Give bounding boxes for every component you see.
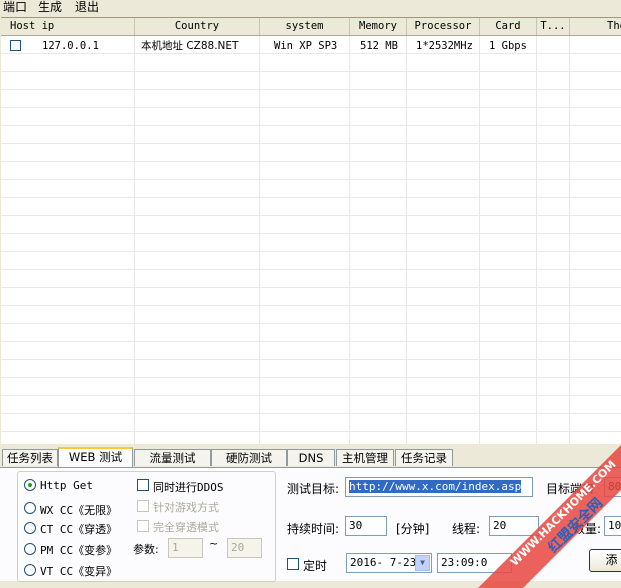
duration-unit: [分钟] [396, 522, 430, 536]
tab-web-test[interactable]: WEB 测试 [58, 447, 133, 467]
param-tilde: ~ [209, 537, 219, 550]
list-header: Host ip Country system Memory Processor … [1, 18, 621, 36]
tab-task-log[interactable]: 任务记录 [395, 449, 453, 466]
sync-ddos-label: 同时进行DDOS [153, 481, 224, 494]
time-input[interactable]: 23:09:0 [437, 553, 512, 573]
tab-traffic-test[interactable]: 流量测试 [134, 449, 211, 466]
chevron-down-icon[interactable]: ▼ [415, 555, 430, 571]
col-system[interactable]: system [260, 18, 350, 35]
threads-label: 线程: [452, 522, 481, 536]
radio-wx-cc[interactable] [24, 502, 36, 514]
timer-label: 定时 [303, 559, 328, 573]
sync-ddos-checkbox[interactable] [137, 479, 149, 491]
tab-dns[interactable]: DNS [287, 449, 335, 466]
label-pm-cc: PM CC《变参》 [40, 544, 118, 557]
port-input[interactable]: 80 [604, 477, 621, 497]
duration-label: 持续时间: [287, 522, 340, 536]
col-host-ip[interactable]: Host ip [1, 18, 135, 35]
param-label: 参数: [133, 543, 159, 556]
full-penetration-label: 完全穿透模式 [153, 521, 219, 534]
count-label: 数量: [573, 522, 602, 536]
param-to-input[interactable]: 20 [227, 538, 262, 558]
cell-card: 1 Gbps [489, 40, 527, 52]
add-button[interactable]: 添 [589, 549, 621, 572]
menu-bar: 端口 生成 退出 [0, 0, 621, 14]
tab-bar: 任务列表 WEB 测试 流量测试 硬防测试 DNS 主机管理 任务记录 [0, 447, 621, 467]
label-http-get: Http Get [40, 479, 93, 492]
col-country[interactable]: Country [135, 18, 260, 35]
date-picker[interactable]: 2016- 7-23 ▼ [346, 553, 432, 573]
cell-host-ip: 127.0.0.1 [42, 40, 99, 52]
cell-memory: 512 MB [360, 40, 398, 52]
cell-system: Win XP SP3 [274, 40, 338, 52]
tab-host-manage[interactable]: 主机管理 [336, 449, 394, 466]
col-the[interactable]: The [570, 18, 621, 35]
target-input[interactable]: http://www.x.com/index.asp [345, 477, 533, 497]
label-wx-cc: WX CC《无限》 [40, 504, 118, 517]
radio-ct-cc[interactable] [24, 522, 36, 534]
port-label: 目标端口 [546, 482, 595, 496]
full-penetration-checkbox[interactable] [137, 520, 149, 532]
row-checkbox[interactable] [10, 40, 21, 51]
host-list[interactable]: Host ip Country system Memory Processor … [1, 17, 621, 444]
target-label: 测试目标: [287, 482, 340, 496]
radio-pm-cc[interactable] [24, 543, 36, 555]
tab-task-list[interactable]: 任务列表 [2, 449, 58, 466]
game-mode-checkbox[interactable] [137, 500, 149, 512]
menu-port[interactable]: 端口 [3, 0, 27, 15]
col-t[interactable]: T... [537, 18, 570, 35]
count-input[interactable]: 10 [604, 516, 621, 536]
col-memory[interactable]: Memory [350, 18, 407, 35]
tab-hardware-test[interactable]: 硬防测试 [211, 449, 287, 466]
menu-exit[interactable]: 退出 [75, 0, 99, 15]
timer-checkbox[interactable] [287, 558, 299, 570]
threads-input[interactable]: 20 [489, 516, 539, 536]
col-card[interactable]: Card [480, 18, 537, 35]
radio-http-get[interactable] [24, 479, 36, 491]
label-vt-cc: VT CC《变异》 [40, 565, 118, 578]
list-grid [1, 36, 621, 444]
col-processor[interactable]: Processor [407, 18, 480, 35]
param-from-input[interactable]: 1 [168, 538, 203, 558]
menu-generate[interactable]: 生成 [38, 0, 62, 15]
cell-processor: 1*2532MHz [416, 40, 473, 52]
duration-input[interactable]: 30 [345, 516, 387, 536]
target-value: http://www.x.com/index.asp [349, 480, 522, 493]
game-mode-label: 针对游戏方式 [153, 501, 219, 514]
date-value: 2016- 7-23 [350, 556, 417, 569]
cell-country: 本机地址 CZ88.NET [141, 40, 239, 52]
radio-vt-cc[interactable] [24, 564, 36, 576]
label-ct-cc: CT CC《穿透》 [40, 523, 118, 536]
